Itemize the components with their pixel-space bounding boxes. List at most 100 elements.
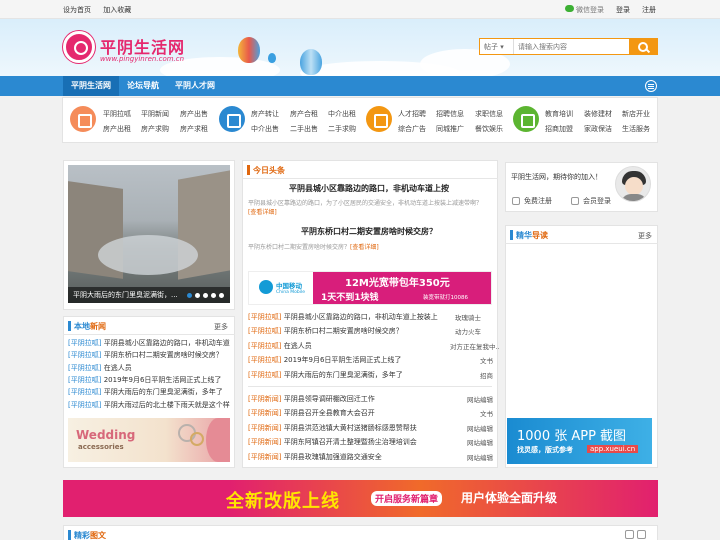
headline-summary-text: 平阴东桥口村二期安置房啥时候交房？	[248, 244, 351, 251]
list-item[interactable]: [平阴新闻] 平阴县玫瑰镇加强道路交通安全	[248, 452, 448, 462]
free-register-label: 免费注册	[524, 197, 552, 205]
nav-item-home[interactable]: 平阴生活网	[63, 76, 119, 96]
category-link[interactable]: 综合广告	[398, 124, 426, 134]
headline-detail-link[interactable]: [查看详细]	[248, 209, 277, 216]
list-item[interactable]: [平阴新闻] 平阴东阿镇召开清土整理暨扬尘治理培训会	[248, 437, 448, 447]
welcome-text: 平阴生活网，期待你的加入！	[511, 173, 602, 181]
category-link[interactable]: 人才招聘	[398, 109, 426, 119]
category-link[interactable]: 同城推广	[436, 124, 464, 134]
nav-item-forum[interactable]: 论坛导航	[119, 76, 167, 96]
slide-dots	[187, 293, 224, 298]
list-item[interactable]: [平阴拉呱] 平阴县城小区靠路边的路口，非机动车道	[68, 338, 232, 348]
top-bar: 设为首页 加入收藏 微信登录 登录 注册	[0, 0, 720, 19]
category-link[interactable]: 二手出售	[290, 124, 318, 134]
list-text: 2019年9月6日平阴生活网正式上线了	[283, 356, 402, 364]
wechat-login-link[interactable]: 微信登录	[565, 5, 604, 15]
prev-arrow-icon[interactable]	[625, 530, 634, 539]
list-text: 平阴大雨后的东门里臭泥满街，多年了	[103, 388, 223, 396]
list-item[interactable]: [平阴新闻] 平阴县召开全县教育大会召开	[248, 408, 448, 418]
list-item[interactable]: [平阴新闻] 平阴县领导调研棚改回迁工作	[248, 394, 448, 404]
flower-decoration	[206, 418, 230, 462]
category-link[interactable]: 招聘信息	[436, 109, 464, 119]
headline-title[interactable]: 平阴东桥口村二期安置房啥时候交房？	[248, 226, 490, 237]
search-input[interactable]	[514, 39, 629, 54]
category-link[interactable]: 房产转让	[251, 109, 279, 119]
search-button[interactable]	[629, 39, 657, 54]
list-item[interactable]: [平阴拉呱] 平阴东桥口村二期安置房啥时候交房？	[68, 350, 232, 360]
ad-line-2: 1天不到1块钱	[321, 293, 379, 303]
promo-banner[interactable]: 全新改版上线 开启服务新篇章 用户体验全面升级	[63, 480, 658, 517]
slide-dot[interactable]	[219, 293, 224, 298]
list-item[interactable]: [平阴拉呱] 平阴东桥口村二期安置房啥时候交房？	[248, 326, 444, 336]
category-link[interactable]: 平阴新闻	[141, 109, 169, 119]
set-home-link[interactable]: 设为首页	[63, 6, 91, 14]
category-link[interactable]: 招商加盟	[545, 124, 573, 134]
rose-logo-icon[interactable]	[63, 31, 95, 63]
list-tag: [平阴拉呱]	[68, 351, 102, 359]
category-link[interactable]: 家政保洁	[584, 124, 612, 134]
slide-dot[interactable]	[187, 293, 192, 298]
category-link[interactable]: 房产求租	[180, 124, 208, 134]
list-author: 网站编辑	[467, 396, 493, 404]
wechat-login-label: 微信登录	[576, 6, 604, 14]
login-icon	[571, 197, 579, 205]
category-link[interactable]: 中介出租	[328, 109, 356, 119]
list-item[interactable]: [平阴拉呱] 平阴大雨过后的北土楼下雨天就是这个样	[68, 400, 232, 410]
photos-title-b: 图文	[90, 531, 106, 540]
nav-item-jobs[interactable]: 平阴人才网	[167, 76, 223, 96]
section-marker	[68, 530, 71, 540]
list-text: 平阴大雨后的东门里臭泥满街，多年了	[283, 371, 403, 379]
category-link[interactable]: 房产出售	[180, 109, 208, 119]
list-tag: [平阴拉呱]	[68, 376, 102, 384]
balloon-decoration	[268, 53, 276, 63]
list-tag: [平阴拉呱]	[68, 388, 102, 396]
category-link[interactable]: 平阴拉呱	[103, 109, 131, 119]
list-text: 在逃人员	[283, 342, 312, 350]
menu-icon[interactable]	[645, 80, 657, 92]
next-arrow-icon[interactable]	[637, 530, 646, 539]
list-author: 文书	[480, 410, 493, 418]
category-link[interactable]: 教育培训	[545, 109, 573, 119]
list-item[interactable]: [平阴拉呱] 在逃人员	[68, 363, 232, 373]
category-link[interactable]: 新店开业	[622, 109, 650, 119]
search-category-select[interactable]: 帖子 ▾	[480, 39, 514, 54]
headline-detail-link[interactable]: [查看详细]	[350, 244, 379, 251]
login-link[interactable]: 登录	[616, 5, 630, 15]
slideshow-image[interactable]: 平阴大雨后的东门里臭泥满街，...	[68, 165, 230, 303]
register-link[interactable]: 注册	[642, 5, 656, 15]
list-author: 玫瑰骑士	[455, 314, 481, 322]
category-link[interactable]: 房产出租	[103, 124, 131, 134]
featured-more-link[interactable]: 更多	[638, 231, 652, 241]
list-item[interactable]: [平阴拉呱] 平阴大雨后的东门里臭泥满街，多年了	[248, 370, 444, 380]
list-tag: [平阴拉呱]	[248, 371, 282, 379]
slide-dot[interactable]	[211, 293, 216, 298]
wechat-icon	[565, 5, 574, 12]
local-news-more-link[interactable]: 更多	[214, 322, 228, 332]
category-link[interactable]: 生活服务	[622, 124, 650, 134]
list-item[interactable]: [平阴拉呱] 2019年9月6日平阴生活网正式上线了	[68, 375, 232, 385]
category-link[interactable]: 中介出售	[251, 124, 279, 134]
list-item[interactable]: [平阴拉呱] 在逃人员	[248, 341, 444, 351]
free-register-button[interactable]: 免费注册	[512, 196, 552, 206]
add-favorite-link[interactable]: 加入收藏	[103, 6, 131, 14]
list-item[interactable]: [平阴拉呱] 2019年9月6日平阴生活网正式上线了	[248, 355, 444, 365]
list-item[interactable]: [平阴拉呱] 平阴大雨后的东门里臭泥满街，多年了	[68, 387, 232, 397]
slide-dot[interactable]	[195, 293, 200, 298]
category-link[interactable]: 求职信息	[475, 109, 503, 119]
headline-title[interactable]: 平阴县城小区靠路边的路口，非机动车道上按	[248, 183, 490, 194]
china-mobile-ad[interactable]: 中国移动 China Mobile 12M光宽带包年350元 1天不到1块钱 装…	[248, 271, 492, 305]
wedding-ad[interactable]: Wedding accessories	[68, 418, 230, 462]
category-link[interactable]: 装修建材	[584, 109, 612, 119]
category-link[interactable]: 餐饮娱乐	[475, 124, 503, 134]
category-link[interactable]: 房产求购	[141, 124, 169, 134]
category-link[interactable]: 房产合租	[290, 109, 318, 119]
wedding-ad-title: Wedding	[76, 428, 136, 442]
list-item[interactable]: [平阴新闻] 平阴县洪范池镇大黄村送猪肠标感恩赞帮扶	[248, 423, 448, 433]
member-login-label: 会员登录	[583, 197, 611, 205]
list-item[interactable]: [平阴拉呱] 平阴县城小区靠路边的路口，非机动车道上按装上	[248, 312, 444, 322]
slide-dot[interactable]	[203, 293, 208, 298]
app-screenshot-ad[interactable]: 1000 张 APP 截图 找灵感，版式参考 app.xueui.cn	[507, 418, 652, 464]
category-link[interactable]: 二手求购	[328, 124, 356, 134]
divider	[248, 386, 492, 387]
member-login-button[interactable]: 会员登录	[571, 196, 611, 206]
